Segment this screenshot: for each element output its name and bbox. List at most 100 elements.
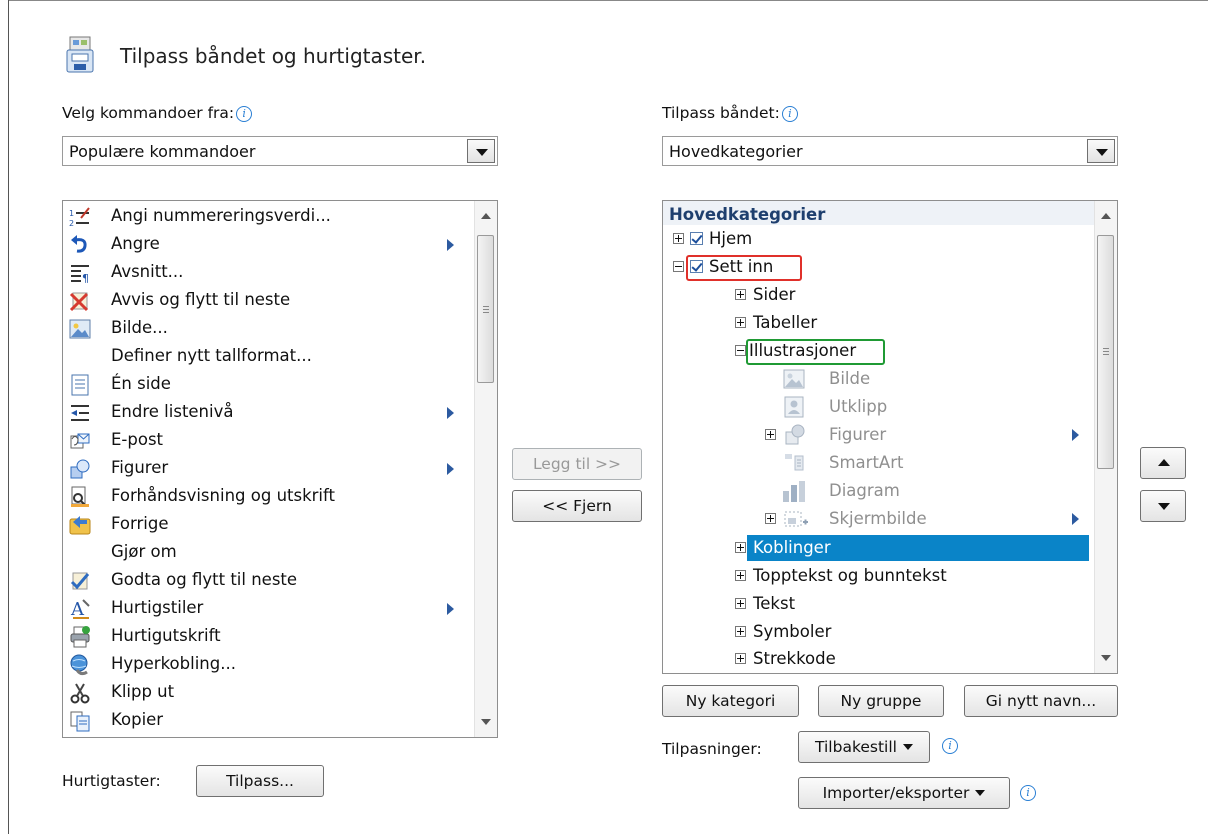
svg-text:2: 2 [69,219,74,228]
command-list-item[interactable]: Forrige [63,511,483,539]
submenu-arrow-icon [447,463,454,475]
rename-button[interactable]: Gi nytt navn... [964,685,1118,717]
tree-item-label: Tekst [753,594,796,613]
scroll-down-icon[interactable] [481,719,491,725]
expand-icon[interactable] [735,317,746,328]
command-list-item[interactable]: Godta og flytt til neste [63,567,483,595]
info-icon[interactable]: i [1020,785,1036,801]
command-list-item[interactable]: Forhåndsvisning og utskrift [63,483,483,511]
command-list-item[interactable]: Hurtigutskrift [63,623,483,651]
clip-art-icon [784,396,804,418]
command-list-item[interactable]: Bilde... [63,315,483,343]
info-icon[interactable]: i [236,106,253,122]
quick-print-icon [69,626,91,648]
hjem-checkbox[interactable] [690,232,703,245]
highlight-green-box [746,339,885,365]
tree-item-utklipp[interactable]: Utklipp [663,395,963,419]
tree-item-tabeller[interactable]: Tabeller [663,311,963,335]
customize-ribbon-combo[interactable]: Hovedkategorier [662,136,1118,166]
new-category-button[interactable]: Ny kategori [662,685,799,717]
info-icon[interactable]: i [942,738,958,754]
choose-commands-label: Velg kommandoer fra: i [62,104,253,122]
customize-ribbon-icon [66,36,94,73]
reset-button[interactable]: Tilbakestill [798,731,930,763]
scroll-up-icon[interactable] [1101,213,1111,219]
command-label: Avvis og flytt til neste [111,290,291,309]
scroll-thumb[interactable] [477,235,494,383]
command-list-item[interactable]: ¶ Avsnitt... [63,259,483,287]
tree-item-skjermbilde[interactable]: Skjermbilde [663,507,1093,531]
customizations-label: Tilpasninger: [662,740,762,758]
expand-icon[interactable] [765,429,776,440]
remove-button[interactable]: << Fjern [512,490,642,522]
scroll-up-icon[interactable] [481,213,491,219]
info-icon[interactable]: i [781,106,798,122]
expand-icon[interactable] [673,233,684,244]
quick-styles-icon: A [69,598,91,620]
tree-item-symboler[interactable]: Symboler [663,620,963,644]
new-group-button[interactable]: Ny gruppe [818,685,944,717]
shortcuts-label: Hurtigtaster: [62,772,161,790]
commands-list[interactable]: Kopier Klipp ut Hyperkobling... Hurtigutskr… [62,200,498,738]
command-list-item[interactable]: Definer nytt tallformat... [63,343,483,371]
scroll-down-icon[interactable] [1101,655,1111,661]
command-list-item[interactable]: Én side [63,371,483,399]
tree-item-bilde[interactable]: Bilde [663,367,963,391]
move-down-button[interactable] [1140,490,1186,522]
customize-shortcuts-button[interactable]: Tilpass... [196,765,324,797]
svg-text:1: 1 [69,209,74,218]
tree-item-koblinger[interactable]: Koblinger [663,536,1089,560]
tree-item-tekst[interactable]: Tekst [663,592,963,616]
command-list-item[interactable]: Angre [63,231,483,259]
tree-item-strekkode[interactable]: Strekkode [663,647,963,671]
tree-item-label: Strekkode [753,649,836,668]
tree-item-label: Skjermbilde [829,509,927,528]
command-list-item[interactable]: Avvis og flytt til neste [63,287,483,315]
command-list-item[interactable]: E-post [63,427,483,455]
command-list-item[interactable]: Gjør om [63,539,483,567]
window-top-border [8,0,1208,1]
scroll-thumb[interactable] [1097,235,1114,469]
command-list-item[interactable]: Figurer [63,455,483,483]
collapse-icon[interactable] [673,261,684,272]
ribbon-tree-scrollbar[interactable] [1094,201,1117,673]
command-list-item[interactable]: Klipp ut [63,679,483,707]
tree-item-figurer[interactable]: Figurer [663,423,1093,447]
command-list-item[interactable]: 1 2 Angi nummereringsverdi... [63,203,483,231]
ribbon-tree[interactable]: Hovedkategorier Hjem Sett inn Sider Tabe… [662,200,1118,674]
chevron-down-icon[interactable] [467,139,495,163]
paragraph-icon: ¶ [69,262,91,285]
tree-item-diagram[interactable]: Diagram [663,479,963,503]
expand-icon[interactable] [735,570,746,581]
chevron-down-icon[interactable] [1087,139,1115,163]
command-list-item[interactable]: Kopier [63,707,483,735]
command-list-item[interactable]: Hyperkobling... [63,651,483,679]
command-list-item[interactable]: A Hurtigstiler [63,595,483,623]
move-up-button[interactable] [1140,447,1186,479]
command-label: Angi nummereringsverdi... [111,206,331,225]
command-label: E-post [111,430,164,449]
tree-item-hjem[interactable]: Hjem [663,227,963,251]
expand-icon[interactable] [735,653,746,664]
command-label: Endre listenivå [111,402,234,421]
tree-item-label: Hjem [709,229,753,248]
expand-icon[interactable] [735,598,746,609]
expand-icon[interactable] [735,626,746,637]
chevron-down-icon [975,790,986,796]
expand-icon[interactable] [735,289,746,300]
screenshot-icon [784,511,808,527]
tree-item-label: Figurer [829,425,887,444]
choose-commands-combo[interactable]: Populære kommandoer [62,136,498,166]
commands-scrollbar[interactable] [474,201,497,737]
add-button[interactable]: Legg til >> [512,448,642,480]
collapse-icon[interactable] [735,345,746,356]
tree-item-smartart[interactable]: SmartArt [663,451,963,475]
command-label: Avsnitt... [111,262,184,281]
import-export-button[interactable]: Importer/eksporter [798,777,1010,809]
cut-icon [69,682,91,704]
command-list-item[interactable]: Endre listenivå [63,399,483,427]
tree-item-sider[interactable]: Sider [663,283,963,307]
expand-icon[interactable] [765,513,776,524]
tree-item-topptekst[interactable]: Topptekst og bunntekst [663,564,1063,588]
expand-icon[interactable] [735,542,746,553]
